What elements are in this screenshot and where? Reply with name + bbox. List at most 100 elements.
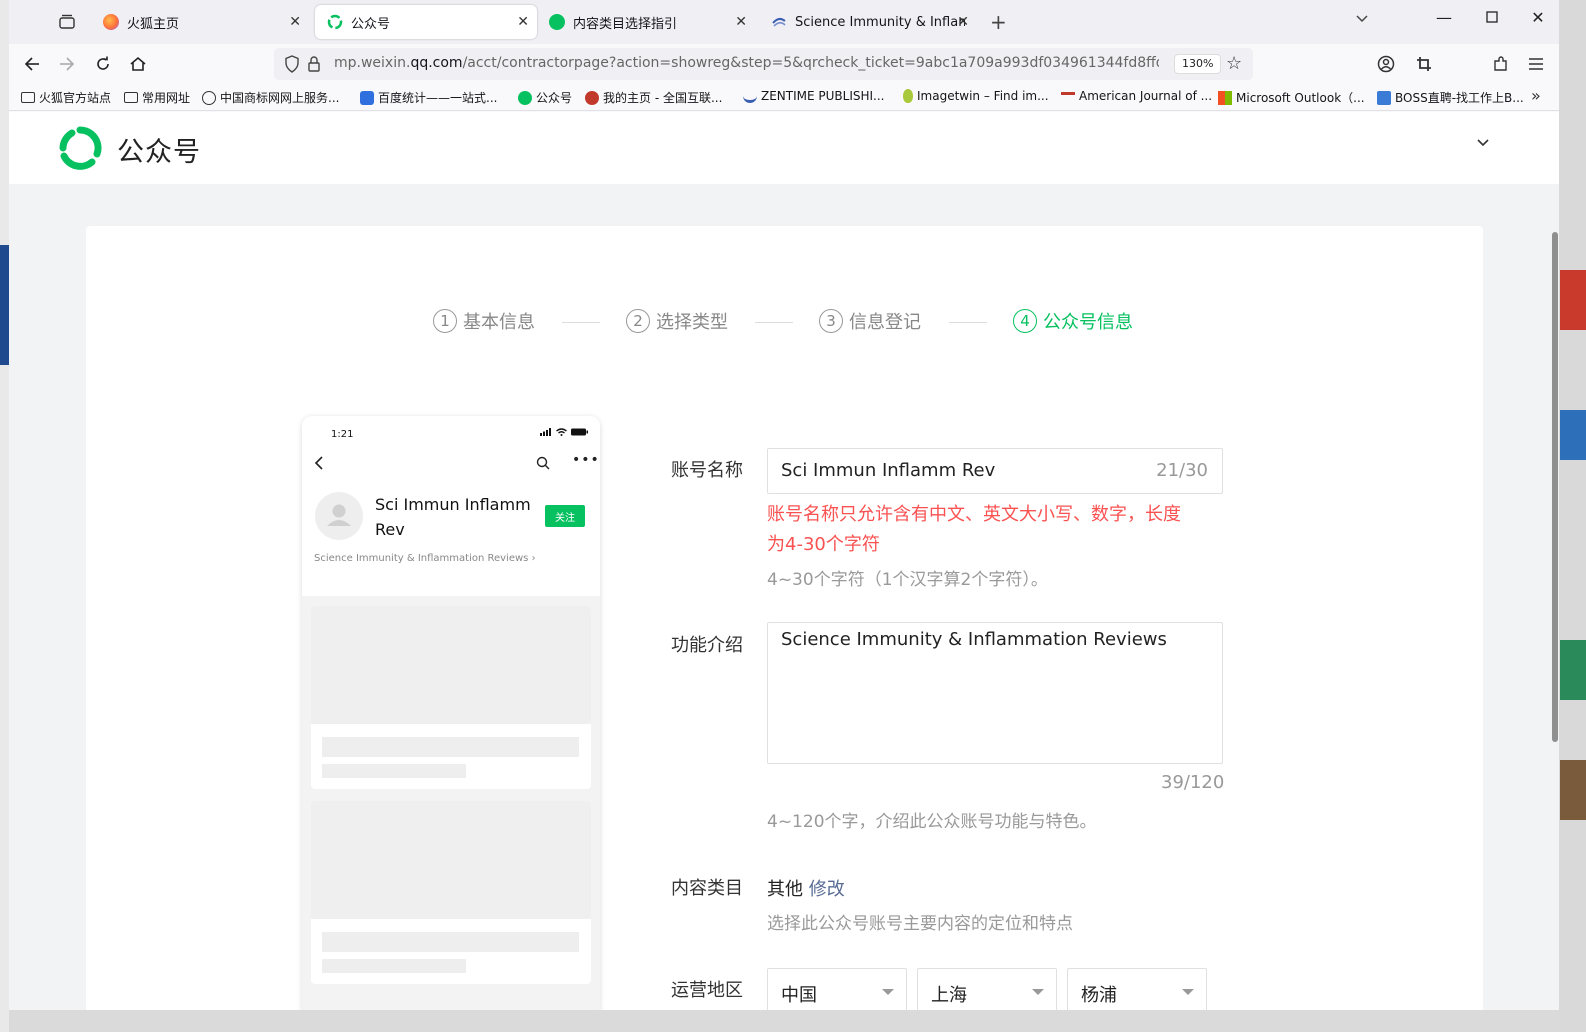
step-divider: [949, 322, 987, 323]
firefox-icon: [103, 14, 119, 30]
signal-icon: [540, 428, 551, 436]
url-text[interactable]: mp.weixin.qq.com/acct/contractorpage?act…: [334, 55, 1159, 71]
region-province-select[interactable]: 上海: [917, 968, 1057, 1010]
baidu-tongji-icon: [360, 90, 374, 105]
lock-icon[interactable]: [307, 55, 321, 73]
close-tab-icon[interactable]: ✕: [517, 14, 529, 30]
avatar-placeholder-icon: [315, 492, 363, 540]
new-tab-button[interactable]: +: [990, 10, 1007, 34]
crop-icon: [1417, 57, 1431, 71]
puzzle-icon: [1494, 56, 1507, 71]
bookmark-item[interactable]: 火狐官方站点: [21, 89, 111, 106]
shield-icon[interactable]: [284, 55, 300, 73]
bookmark-item[interactable]: American Journal of ...: [1061, 89, 1212, 103]
reload-icon: [97, 56, 109, 70]
article-placeholder-card: [311, 606, 591, 789]
tab-gongzhonghao[interactable]: 公众号 ✕: [315, 5, 537, 39]
chevron-down-icon[interactable]: [1476, 138, 1490, 148]
home-button[interactable]: [125, 52, 151, 76]
maximize-icon: [1486, 11, 1498, 23]
tab-science-immunity[interactable]: Science Immunity & Inflamm ✕: [759, 5, 977, 39]
bookmark-item[interactable]: 百度统计——一站式...: [360, 89, 497, 106]
folder-icon: [21, 92, 35, 103]
screenshot-button[interactable]: [1411, 52, 1437, 76]
hamburger-menu-icon: [1529, 58, 1543, 70]
tab-content-category-guide[interactable]: 内容类目选择指引 ✕: [537, 5, 755, 39]
back-arrow-icon: [24, 57, 39, 71]
account-icon: [1377, 55, 1395, 73]
bookmark-item[interactable]: Microsoft Outlook（...: [1218, 89, 1365, 106]
pear-icon: [903, 89, 913, 103]
phone-profile-header: 1:21 ••• Sci Immun Inflamm Rev 关注 Scienc…: [302, 416, 600, 596]
desktop-right-edge: [1559, 0, 1586, 1032]
page-content: 公众号 1 基本信息 2 选择类型 3 信息登记 4 公众号信息 1:21 ••…: [9, 112, 1559, 1010]
account-name-char-counter: 21/30: [1156, 460, 1208, 481]
zoom-level-badge[interactable]: 130%: [1174, 54, 1222, 74]
extensions-button[interactable]: [1488, 52, 1514, 76]
account-name-error: 账号名称只允许含有中文、英文大小写、数字，长度为4-30个字符: [767, 504, 1181, 555]
tab-firefox-home[interactable]: 火狐主页 ✕: [91, 5, 309, 39]
back-button[interactable]: [19, 52, 45, 76]
bookmarks-toolbar: 火狐官方站点 常用网址 中国商标网网上服务... 百度统计——一站式... 公众…: [9, 84, 1559, 111]
bookmark-item[interactable]: 我的主页 - 全国互联...: [585, 89, 722, 106]
bookmark-item[interactable]: ZENTIME PUBLISHI...: [743, 89, 885, 103]
battery-icon: [571, 428, 588, 436]
close-window-button[interactable]: ✕: [1523, 8, 1553, 27]
bookmark-star-icon[interactable]: ☆: [1226, 53, 1242, 74]
account-button[interactable]: [1373, 52, 1399, 76]
account-name-value: Sci Immun Inflamm Rev: [781, 460, 996, 481]
step-4-current: 4 公众号信息: [1013, 308, 1133, 334]
region-country-select[interactable]: 中国: [767, 968, 907, 1010]
folder-icon: [124, 92, 138, 103]
reload-button[interactable]: [90, 52, 116, 76]
wechat-mp-icon: [327, 14, 343, 30]
step-2: 2 选择类型: [626, 308, 728, 334]
account-name-hint: 4~30个字符（1个汉字算2个字符）。: [767, 570, 1048, 590]
registration-card: 1 基本信息 2 选择类型 3 信息登记 4 公众号信息 1:21 ••• Sc…: [86, 226, 1483, 1010]
search-icon: [536, 456, 550, 470]
category-label: 内容类目: [671, 878, 743, 899]
category-edit-link[interactable]: 修改: [809, 879, 845, 900]
category-value: 其他 修改: [767, 879, 845, 900]
police-badge-icon: [585, 90, 599, 105]
microsoft-icon: [1218, 90, 1232, 105]
tab-list-button[interactable]: [54, 10, 80, 34]
intro-value: Science Immunity & Inflammation Reviews: [781, 629, 1167, 650]
address-bar[interactable]: mp.weixin.qq.com/acct/contractorpage?act…: [274, 48, 1253, 80]
maximize-button[interactable]: [1477, 8, 1507, 27]
bookmark-item[interactable]: 公众号: [518, 89, 572, 106]
boss-icon: [1377, 90, 1391, 105]
close-tab-icon[interactable]: ✕: [735, 14, 747, 30]
close-tab-icon[interactable]: ✕: [289, 14, 301, 30]
bookmark-item[interactable]: BOSS直聘-找工作上B...: [1377, 89, 1524, 106]
wechat-icon: [549, 14, 565, 30]
bookmark-item[interactable]: Imagetwin – Find im...: [903, 89, 1049, 103]
list-all-tabs-button[interactable]: [1355, 12, 1369, 28]
bookmark-item[interactable]: 常用网址: [124, 89, 190, 106]
step-divider: [562, 322, 600, 323]
close-tab-icon[interactable]: ✕: [957, 14, 969, 30]
brand-title: 公众号: [117, 137, 201, 168]
follow-button: 关注: [545, 505, 585, 527]
bookmark-item[interactable]: 中国商标网网上服务...: [202, 89, 339, 106]
page-scrollbar[interactable]: [1552, 232, 1558, 742]
tab-strip: 火狐主页 ✕ 公众号 ✕ 内容类目选择指引 ✕ Science Immunity…: [9, 0, 1559, 44]
intro-textarea[interactable]: Science Immunity & Inflammation Reviews: [767, 622, 1223, 764]
site-header: 公众号: [9, 112, 1559, 184]
step-3: 3 信息登记: [819, 308, 921, 334]
more-bookmarks-chevron-icon[interactable]: »: [1531, 86, 1541, 105]
menu-button[interactable]: [1523, 52, 1549, 76]
account-name-input[interactable]: Sci Immun Inflamm Rev 21/30: [767, 448, 1223, 494]
minimize-button[interactable]: —: [1429, 8, 1459, 27]
navigation-toolbar: mp.weixin.qq.com/acct/contractorpage?act…: [9, 44, 1559, 84]
phone-time: 1:21: [331, 429, 354, 440]
wifi-icon: [556, 428, 567, 436]
forward-button[interactable]: [54, 52, 80, 76]
intro-hint: 4~120个字，介绍此公众账号功能与特色。: [767, 812, 1097, 832]
phone-status-icons: [540, 428, 588, 436]
region-district-select[interactable]: 杨浦: [1067, 968, 1207, 1010]
phone-account-description: Science Immunity & Inflammation Reviews …: [314, 553, 536, 564]
tab-list-icon: [59, 14, 75, 29]
wechat-icon: [518, 90, 532, 105]
back-chevron-icon: [314, 456, 323, 470]
